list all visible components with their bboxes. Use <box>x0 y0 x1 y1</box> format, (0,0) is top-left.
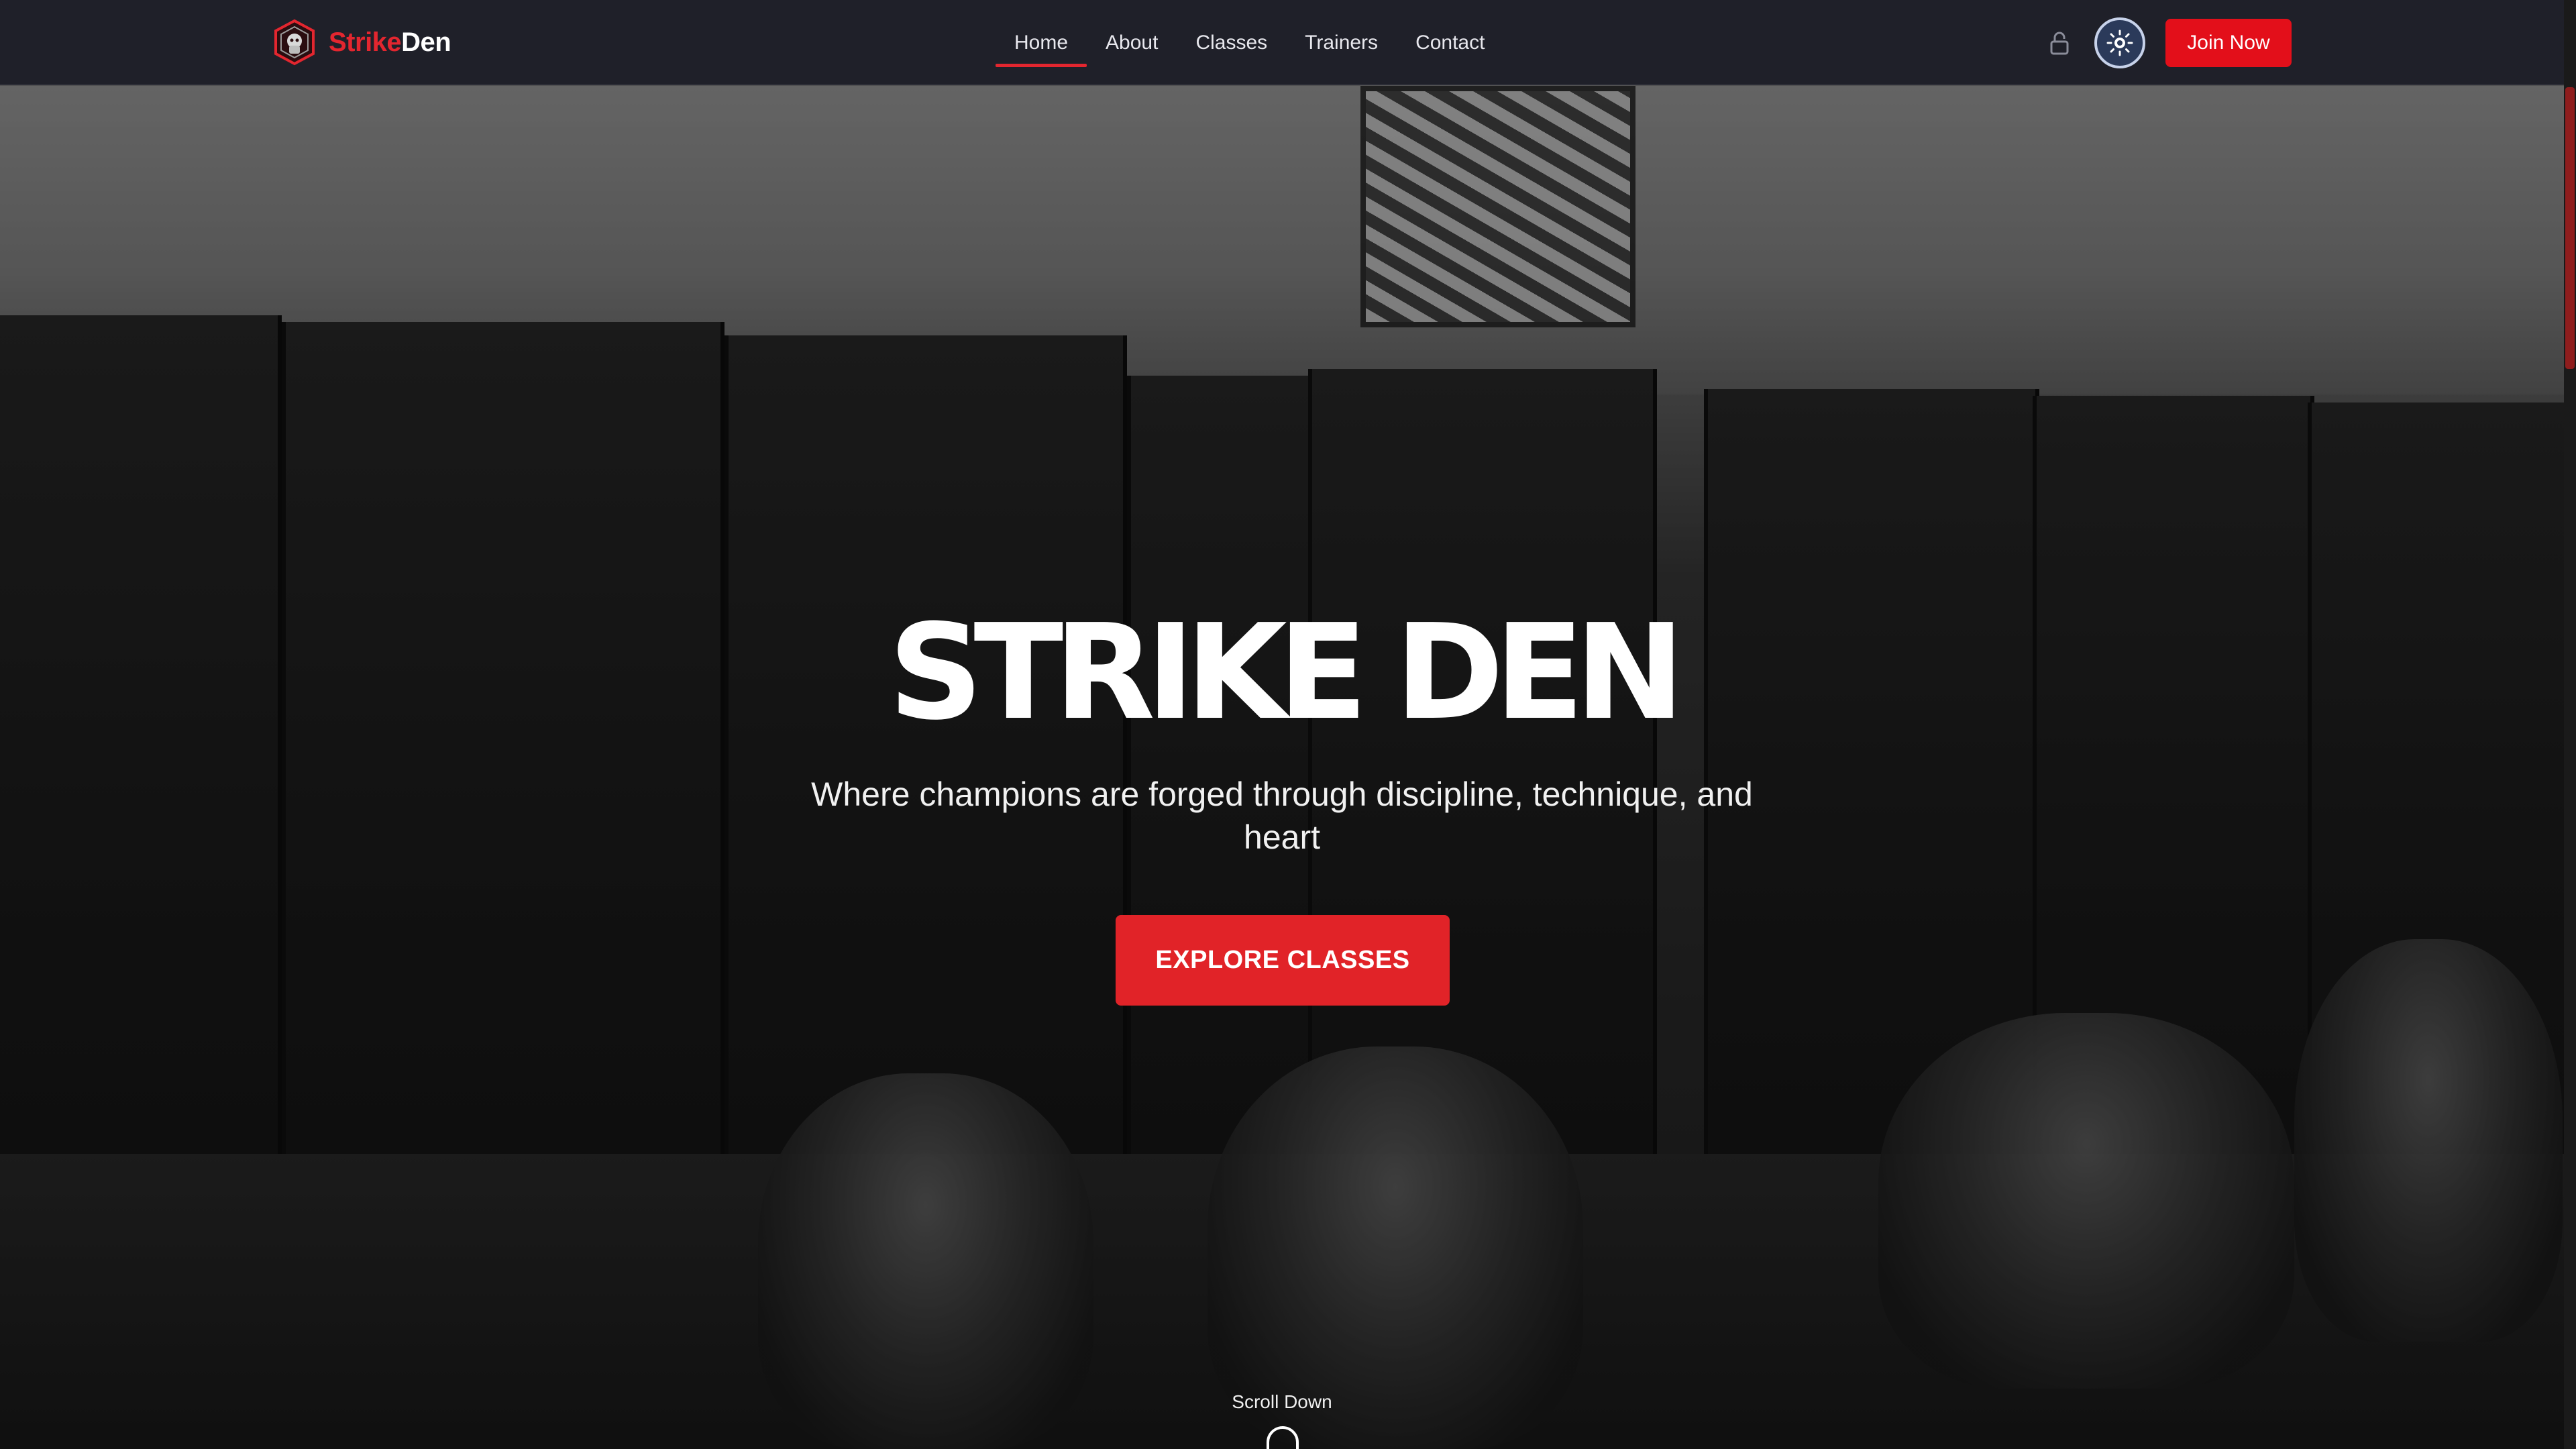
page-scrollbar[interactable] <box>2564 0 2576 1449</box>
scroll-down-label[interactable]: Scroll Down <box>0 1391 2564 1413</box>
top-navbar: StrikeDen Home About Classes Trainers Co… <box>0 0 2576 85</box>
brand-name-part1: Strike <box>329 27 402 57</box>
scrollbar-thumb[interactable] <box>2565 87 2575 369</box>
hero-tagline: Where champions are forged through disci… <box>811 775 1753 856</box>
nav-item-about[interactable]: About <box>1087 0 1177 85</box>
nav-item-trainers[interactable]: Trainers <box>1286 0 1397 85</box>
theme-toggle-button[interactable] <box>2094 17 2145 68</box>
nav-item-contact[interactable]: Contact <box>1397 0 1503 85</box>
brand-name: StrikeDen <box>329 28 451 58</box>
nav-item-home[interactable]: Home <box>996 0 1087 85</box>
brand-name-part2: Den <box>401 27 451 57</box>
brand-logo-link[interactable]: StrikeDen <box>271 19 451 66</box>
lock-icon[interactable] <box>2046 30 2073 56</box>
nav-item-classes[interactable]: Classes <box>1177 0 1286 85</box>
join-now-button[interactable]: Join Now <box>2165 19 2292 67</box>
explore-classes-button[interactable]: EXPLORE CLASSES <box>1116 915 1450 1006</box>
sun-icon <box>2106 30 2133 56</box>
main-nav: Home About Classes Trainers Contact <box>996 0 1503 85</box>
fist-shield-icon <box>274 19 315 66</box>
hero-title: STRIKE DEN <box>888 596 1684 749</box>
